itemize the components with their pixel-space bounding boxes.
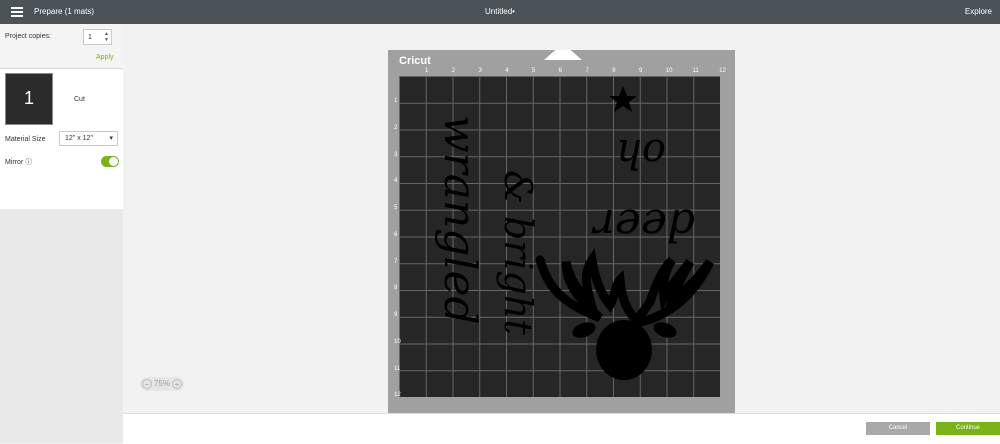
reindeer-antlers[interactable]: [535, 248, 715, 333]
mirrored-word-deer[interactable]: deer: [591, 199, 695, 250]
zoom-plus-icon[interactable]: +: [172, 379, 182, 389]
cancel-button[interactable]: Cancel: [866, 422, 930, 435]
reindeer-ear-left[interactable]: [570, 319, 597, 340]
mirrored-word-ah[interactable]: oh: [616, 130, 666, 176]
mirrored-word-and-pencil[interactable]: & bright: [496, 170, 540, 335]
continue-button[interactable]: Continue: [936, 422, 1000, 435]
mirrored-word-wrangled[interactable]: wrangled: [434, 115, 485, 325]
zoom-control: − 75% +: [140, 377, 184, 391]
reindeer-ear-right[interactable]: [651, 319, 678, 340]
zoom-value: 75%: [153, 379, 170, 388]
reindeer-head[interactable]: [596, 320, 652, 380]
zoom-minus-icon[interactable]: −: [142, 379, 152, 389]
star-icon[interactable]: [609, 86, 637, 112]
